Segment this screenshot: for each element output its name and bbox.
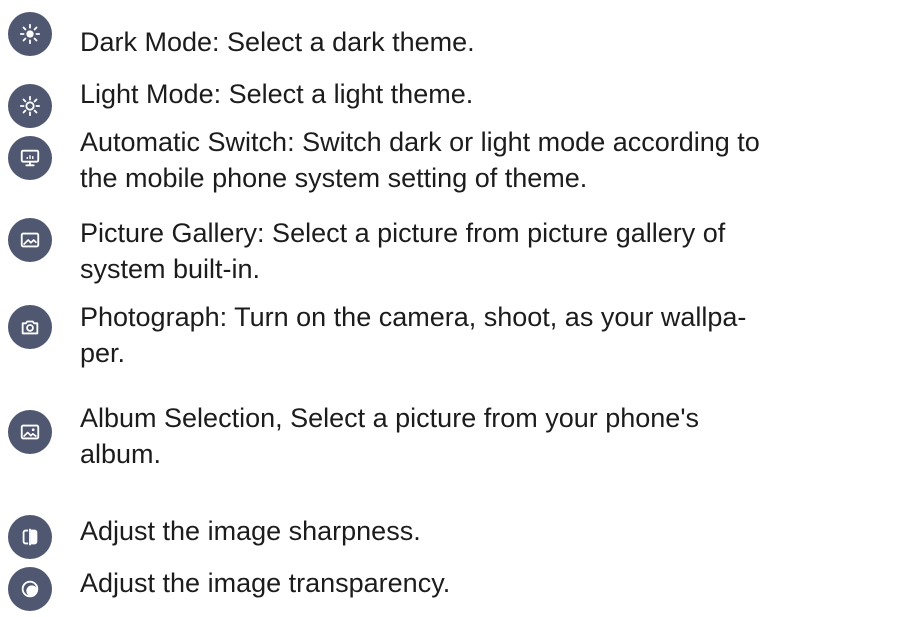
photograph-description: Photograph: Turn on the camera, shoot, a… [80,302,747,368]
light-mode-description: Light Mode: Select a light theme. [80,79,474,109]
sun-light-mode-icon[interactable] [8,84,52,128]
album-selection-description: Album Selection, Select a picture from y… [80,403,699,469]
sun-dark-mode-icon[interactable] [8,12,52,56]
dark-mode-description: Dark Mode: Select a dark theme. [80,27,475,57]
transparency-icon[interactable] [8,567,52,611]
picture-gallery-description: Picture Gallery: Select a picture from p… [80,218,726,284]
monitor-icon[interactable] [8,136,52,180]
sharpness-description: Adjust the image sharpness. [80,516,421,546]
album-icon[interactable] [8,410,52,454]
image-gallery-icon[interactable] [8,218,52,262]
transparency-description: Adjust the image transparency. [80,568,451,598]
sharpness-icon[interactable] [8,515,52,559]
automatic-switch-description: Automatic Switch: Switch dark or light m… [80,127,760,193]
camera-icon[interactable] [8,305,52,349]
